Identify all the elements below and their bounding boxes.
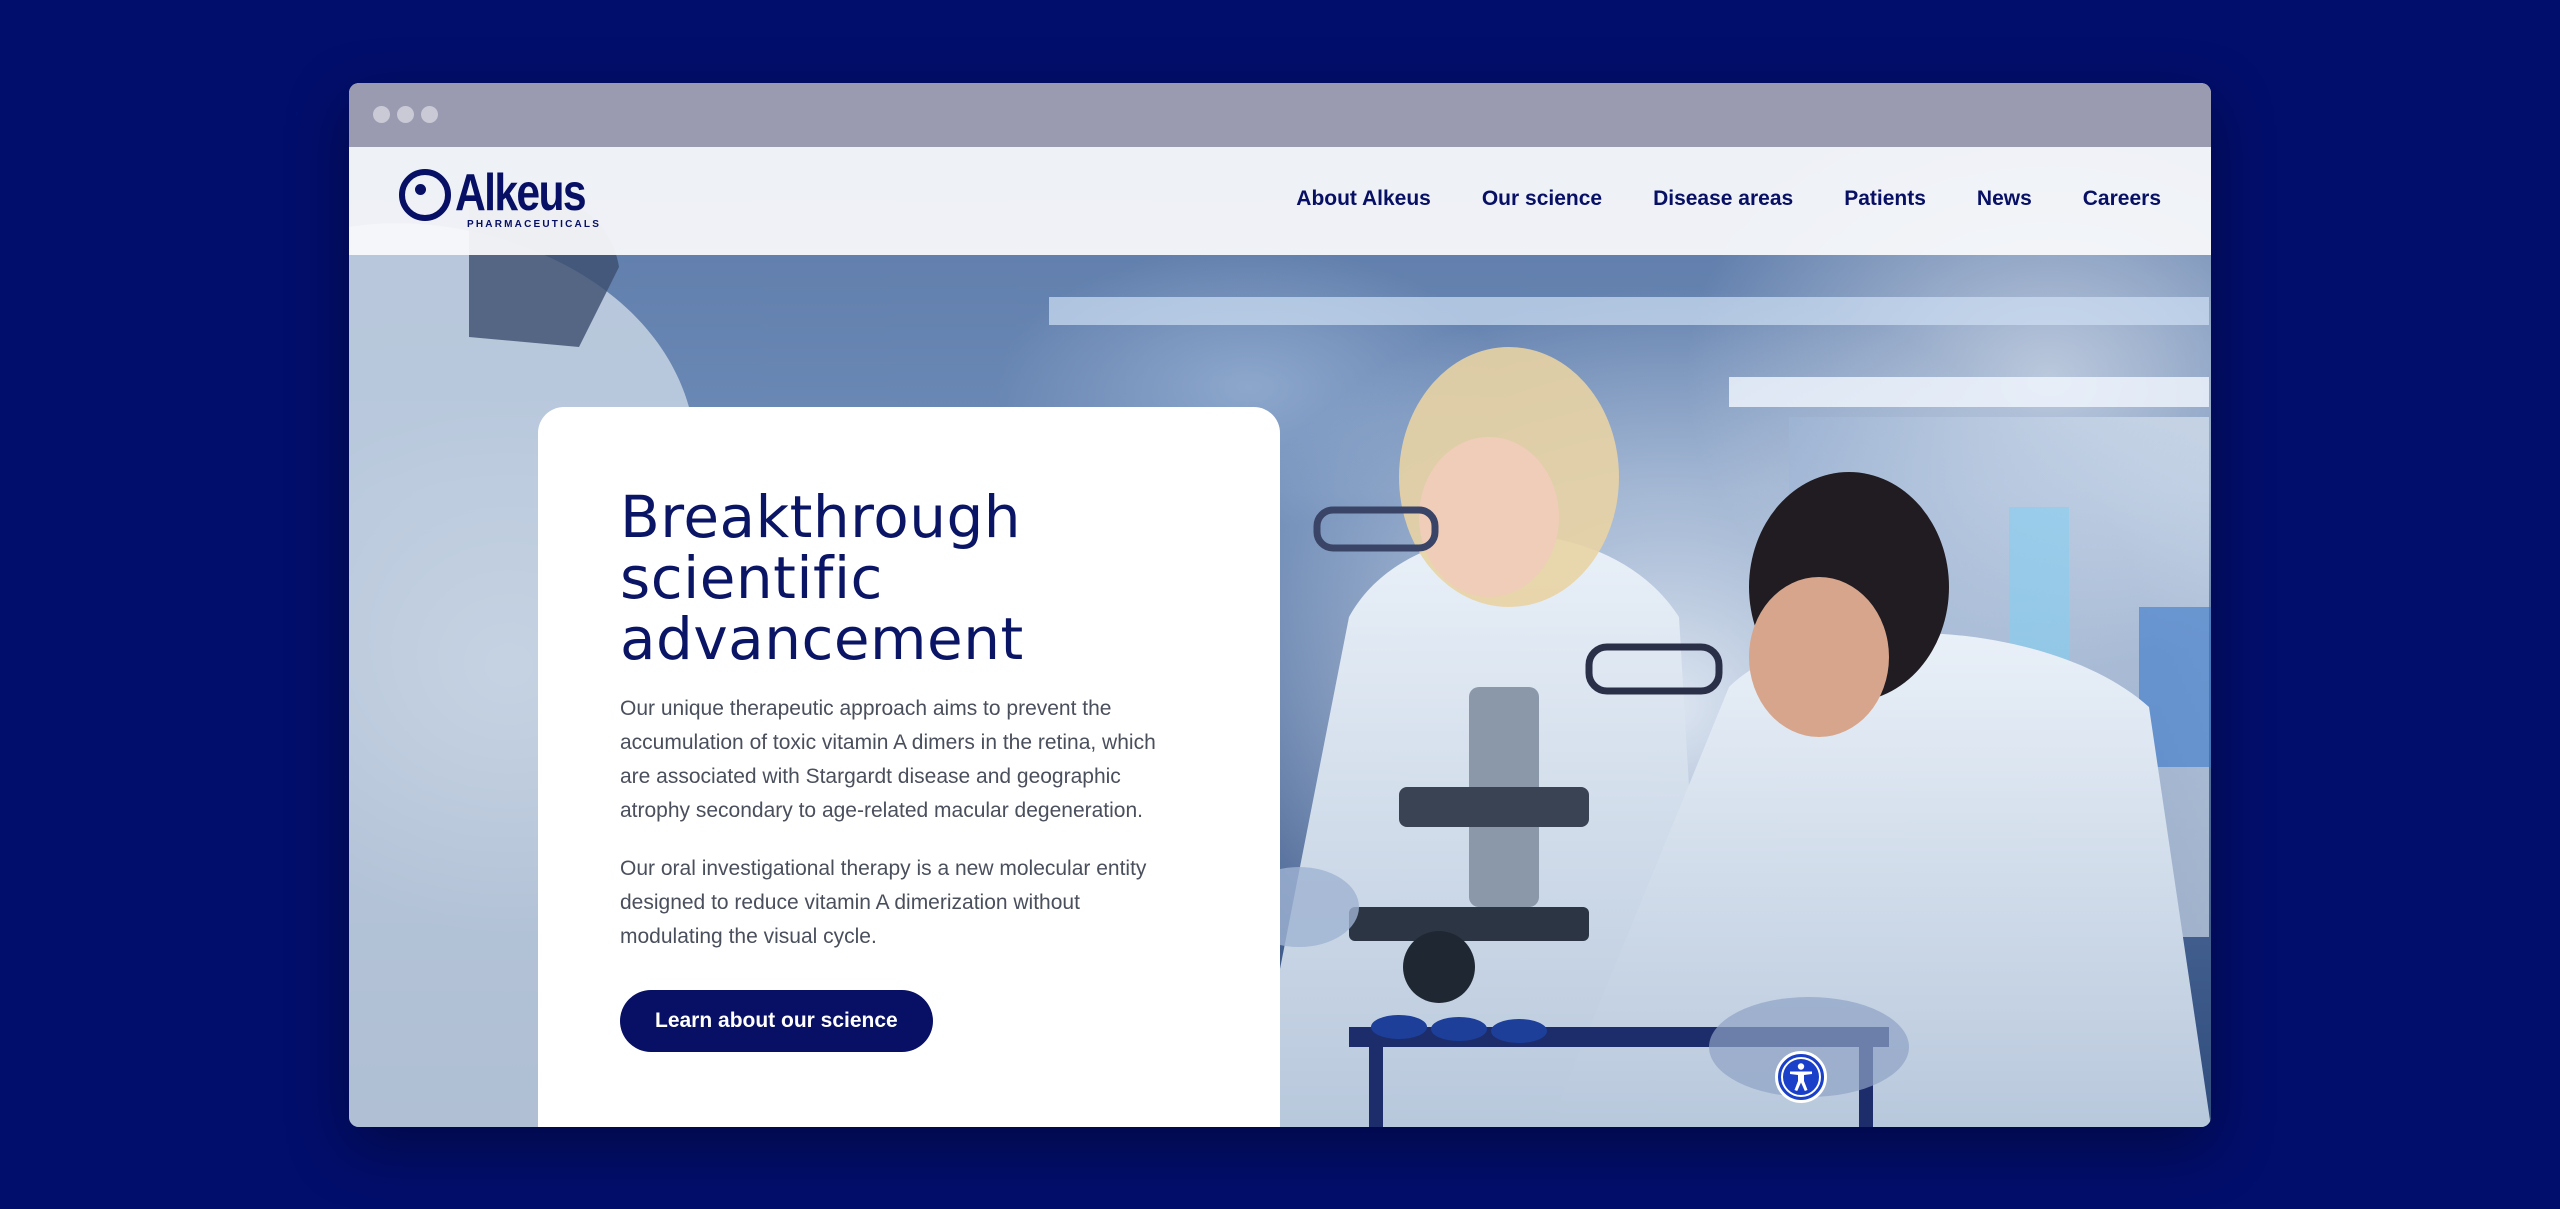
hero-title-line: advancement [620, 605, 1024, 673]
hero-title: Breakthrough scientific advancement [620, 487, 1140, 670]
browser-window: Alkeus PHARMACEUTICALS About Alkeus Our … [349, 83, 2211, 1127]
window-dot-icon [397, 106, 414, 123]
page-viewport: Alkeus PHARMACEUTICALS About Alkeus Our … [349, 147, 2211, 1127]
nav-news[interactable]: News [1977, 185, 2032, 213]
hero-card: Breakthrough scientific advancement Our … [538, 407, 1280, 1127]
browser-chrome [349, 83, 2211, 147]
site-header: Alkeus PHARMACEUTICALS About Alkeus Our … [349, 147, 2211, 255]
nav-about-alkeus[interactable]: About Alkeus [1296, 185, 1431, 213]
window-dot-icon [373, 106, 390, 123]
logo-wordmark: Alkeus [455, 164, 587, 222]
window-dot-icon [421, 106, 438, 123]
alkeus-logo[interactable]: Alkeus PHARMACEUTICALS [399, 165, 609, 233]
learn-about-science-button[interactable]: Learn about our science [620, 990, 933, 1052]
logo-subtext: PHARMACEUTICALS [467, 219, 602, 230]
nav-patients[interactable]: Patients [1844, 185, 1926, 213]
nav-our-science[interactable]: Our science [1482, 185, 1602, 213]
hero-paragraph-2: Our oral investigational therapy is a ne… [620, 857, 1147, 948]
hero-title-line: Breakthrough [620, 483, 1022, 551]
hero-title-line: scientific [620, 544, 883, 612]
accessibility-icon [1781, 1057, 1821, 1097]
hero-paragraph-1: Our unique therapeutic approach aims to … [620, 697, 1156, 822]
main-nav: About Alkeus Our science Disease areas P… [1296, 185, 2161, 213]
nav-careers[interactable]: Careers [2083, 185, 2161, 213]
logo-eye-icon [399, 169, 451, 221]
accessibility-button[interactable] [1775, 1051, 1827, 1103]
nav-disease-areas[interactable]: Disease areas [1653, 185, 1793, 213]
